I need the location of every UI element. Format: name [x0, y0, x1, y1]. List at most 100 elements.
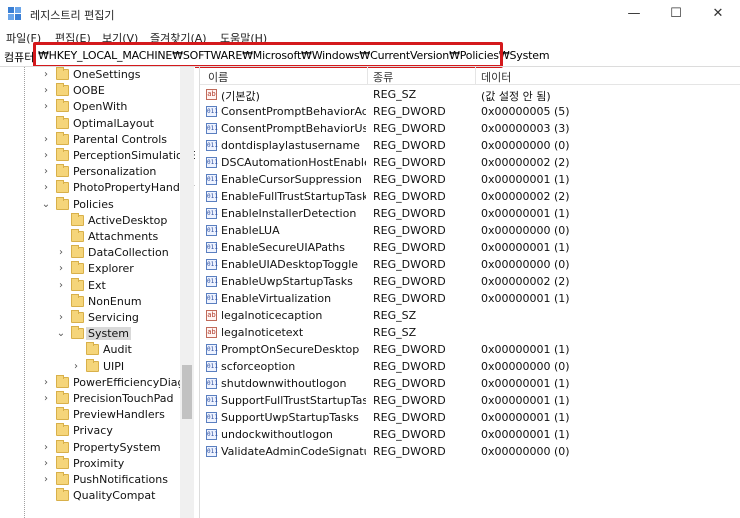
tree-item[interactable]: Audit [0, 342, 195, 358]
value-row[interactable]: ab legalnoticecaption REG_SZ [200, 307, 740, 324]
tree-item[interactable]: NonEnum [0, 293, 195, 310]
chevron-down-icon[interactable]: ⌄ [41, 197, 51, 213]
tree-item[interactable]: OptimalLayout [0, 115, 195, 132]
value-type: REG_DWORD [373, 224, 446, 237]
minimize-button[interactable]: — [614, 0, 654, 28]
value-row[interactable]: ab (기본값) REG_SZ (값 설정 안 됨) [200, 86, 740, 103]
chevron-right-icon[interactable]: › [41, 148, 51, 164]
chevron-right-icon[interactable]: › [41, 391, 51, 407]
tree-item[interactable]: › OpenWith [0, 99, 195, 115]
tree-item[interactable]: PreviewHandlers [0, 407, 195, 423]
chevron-right-icon[interactable] [41, 407, 51, 423]
tree-item-label: Servicing [88, 311, 139, 324]
tree-item[interactable]: › PerceptionSimulationE [0, 148, 195, 164]
value-row[interactable]: 011 dontdisplaylastusername REG_DWORD 0x000… [200, 137, 740, 154]
chevron-right-icon[interactable]: › [41, 164, 51, 180]
value-type: REG_DWORD [373, 207, 446, 220]
tree-item[interactable]: › Personalization [0, 164, 195, 180]
chevron-right-icon[interactable] [41, 488, 51, 504]
chevron-right-icon[interactable]: › [41, 375, 51, 391]
tree-item[interactable]: › PropertySystem [0, 439, 195, 456]
chevron-right-icon[interactable] [41, 116, 51, 132]
value-row[interactable]: ab legalnoticetext REG_SZ [200, 324, 740, 341]
tree-item[interactable]: ActiveDesktop [0, 212, 195, 229]
value-row[interactable]: 011 shutdownwithoutlogon REG_DWORD 0x000000… [200, 375, 740, 392]
tree-item[interactable]: ⌄ Policies [0, 196, 195, 213]
folder-icon [71, 261, 84, 275]
value-row[interactable]: 011 EnableSecureUIAPaths REG_DWORD 0x000000… [200, 239, 740, 256]
column-name[interactable]: 이름 [208, 69, 228, 85]
chevron-right-icon[interactable] [71, 342, 81, 358]
column-data[interactable]: 데이터 [481, 69, 511, 85]
maximize-button[interactable]: ☐ [656, 0, 696, 28]
tree-item[interactable]: › OneSettings [0, 67, 195, 83]
tree-item[interactable]: Privacy [0, 423, 195, 439]
tree-item[interactable]: › Explorer [0, 261, 195, 277]
value-row[interactable]: 011 EnableUIADesktopToggle REG_DWORD 0x0000… [200, 256, 740, 273]
chevron-right-icon[interactable] [56, 213, 66, 229]
tree-item[interactable]: › Ext [0, 277, 195, 294]
chevron-right-icon[interactable]: › [56, 278, 66, 294]
value-row[interactable]: 011 EnableLUA REG_DWORD 0x00000000 (0) [200, 222, 740, 239]
binary-value-icon: 011 [206, 106, 218, 117]
scrollbar-thumb[interactable] [182, 365, 192, 419]
tree-item-label: PropertySystem [73, 440, 161, 454]
tree-item[interactable]: › PowerEfficiencyDiagn [0, 374, 195, 391]
value-type: REG_DWORD [373, 258, 446, 271]
chevron-right-icon[interactable]: › [41, 472, 51, 488]
value-row[interactable]: 011 ConsentPromptBehaviorUser REG_DWORD 0x0… [200, 120, 740, 137]
chevron-right-icon[interactable] [41, 423, 51, 439]
value-row[interactable]: 011 undockwithoutlogon REG_DWORD 0x00000001… [200, 426, 740, 443]
value-row[interactable]: 011 EnableVirtualization REG_DWORD 0x000000… [200, 290, 740, 307]
chevron-right-icon[interactable]: › [56, 261, 66, 277]
value-data: 0x00000003 (3) [481, 122, 570, 135]
tree-item[interactable]: › Servicing [0, 310, 195, 326]
folder-icon [86, 342, 99, 356]
tree-item[interactable]: Attachments [0, 229, 195, 245]
value-row[interactable]: 011 ValidateAdminCodeSignatu... REG_DWORD 0… [200, 443, 740, 460]
chevron-right-icon[interactable]: › [41, 99, 51, 115]
tree-item[interactable]: › PushNotifications [0, 472, 195, 488]
column-separator[interactable] [367, 67, 368, 85]
column-type[interactable]: 종류 [373, 69, 393, 85]
chevron-right-icon[interactable]: › [41, 83, 51, 99]
value-row[interactable]: 011 ConsentPromptBehaviorAd... REG_DWORD 0x… [200, 103, 740, 120]
chevron-right-icon[interactable]: › [56, 245, 66, 261]
tree-item[interactable]: QualityCompat [0, 488, 195, 504]
tree-item[interactable]: › PrecisionTouchPad [0, 391, 195, 407]
tree-item[interactable]: › Proximity [0, 455, 195, 472]
tree-scrollbar[interactable] [180, 67, 194, 518]
tree-item-label: OneSettings [73, 68, 141, 81]
chevron-right-icon[interactable] [56, 229, 66, 245]
chevron-right-icon[interactable]: › [41, 67, 51, 83]
chevron-right-icon[interactable]: › [41, 456, 51, 472]
tree-item[interactable]: › PhotoPropertyHandler [0, 180, 195, 196]
value-row[interactable]: 011 EnableFullTrustStartupTasks REG_DWORD 0… [200, 188, 740, 205]
tree-item[interactable]: ⌄ System [0, 326, 195, 342]
value-row[interactable]: 011 scforceoption REG_DWORD 0x00000000 (0) [200, 358, 740, 375]
chevron-right-icon[interactable]: › [71, 359, 81, 375]
value-data: 0x00000001 (1) [481, 343, 570, 356]
value-row[interactable]: 011 EnableUwpStartupTasks REG_DWORD 0x00000… [200, 273, 740, 290]
tree-item[interactable]: › Parental Controls [0, 131, 195, 148]
chevron-right-icon[interactable]: › [41, 180, 51, 196]
column-separator[interactable] [475, 67, 476, 85]
value-name: SupportFullTrustStartupTasks [221, 394, 366, 407]
chevron-right-icon[interactable]: › [41, 132, 51, 148]
value-row[interactable]: 011 SupportUwpStartupTasks REG_DWORD 0x0000… [200, 409, 740, 426]
value-row[interactable]: 011 EnableInstallerDetection REG_DWORD 0x00… [200, 205, 740, 222]
binary-value-icon: 011 [206, 259, 218, 270]
value-row[interactable]: 011 PromptOnSecureDesktop REG_DWORD 0x00000… [200, 341, 740, 358]
chevron-right-icon[interactable]: › [56, 310, 66, 326]
close-button[interactable]: ✕ [698, 0, 738, 28]
chevron-right-icon[interactable] [56, 294, 66, 310]
value-row[interactable]: 011 SupportFullTrustStartupTasks REG_DWORD… [200, 392, 740, 409]
tree-item[interactable]: › DataCollection [0, 245, 195, 261]
chevron-down-icon[interactable]: ⌄ [56, 326, 66, 342]
chevron-right-icon[interactable]: › [41, 440, 51, 456]
tree-item[interactable]: › OOBE [0, 83, 195, 99]
tree-item[interactable]: › UIPI [0, 358, 195, 375]
value-row[interactable]: 011 DSCAutomationHostEnabled REG_DWORD 0x00… [200, 154, 740, 171]
value-row[interactable]: 011 EnableCursorSuppression REG_DWORD 0x000… [200, 171, 740, 188]
value-name: legalnoticecaption [221, 309, 323, 322]
